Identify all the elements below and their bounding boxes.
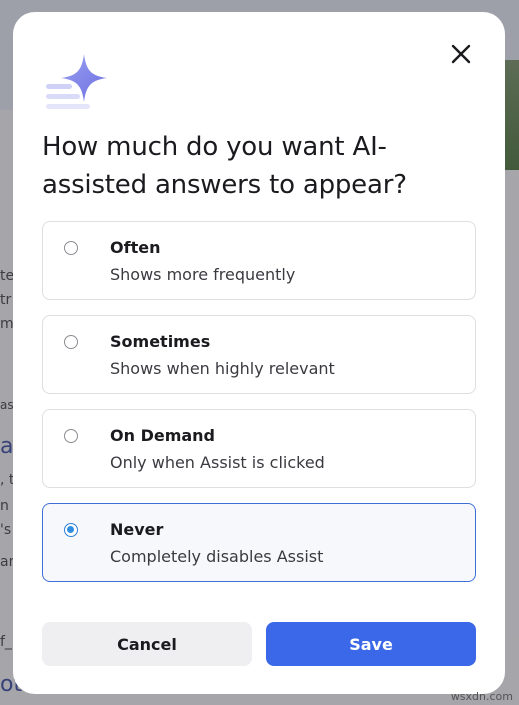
frequency-options: Often Shows more frequently Sometimes Sh…: [42, 221, 476, 597]
save-button[interactable]: Save: [266, 622, 476, 666]
sparkle-icon: [46, 54, 107, 109]
option-label: Often: [110, 238, 161, 257]
radio-on-demand[interactable]: [64, 429, 78, 443]
close-icon: [451, 44, 471, 64]
dialog-title: How much do you want AI-assisted answers…: [42, 132, 407, 200]
option-label: Sometimes: [110, 332, 211, 351]
option-description: Shows more frequently: [110, 265, 296, 284]
radio-never[interactable]: [64, 523, 78, 537]
option-description: Shows when highly relevant: [110, 359, 335, 378]
option-description: Only when Assist is clicked: [110, 453, 325, 472]
option-sometimes[interactable]: Sometimes Shows when highly relevant: [42, 315, 476, 394]
cancel-button[interactable]: Cancel: [42, 622, 252, 666]
option-label: Never: [110, 520, 164, 539]
close-button[interactable]: [447, 40, 475, 68]
option-label: On Demand: [110, 426, 216, 445]
radio-often[interactable]: [64, 241, 78, 255]
option-on-demand[interactable]: On Demand Only when Assist is clicked: [42, 409, 476, 488]
watermark: wsxdn.com: [450, 690, 513, 703]
radio-sometimes[interactable]: [64, 335, 78, 349]
option-never[interactable]: Never Completely disables Assist: [42, 503, 476, 582]
ai-assist-frequency-dialog: How much do you want AI-assisted answers…: [13, 12, 505, 694]
option-description: Completely disables Assist: [110, 547, 324, 566]
option-often[interactable]: Often Shows more frequently: [42, 221, 476, 300]
